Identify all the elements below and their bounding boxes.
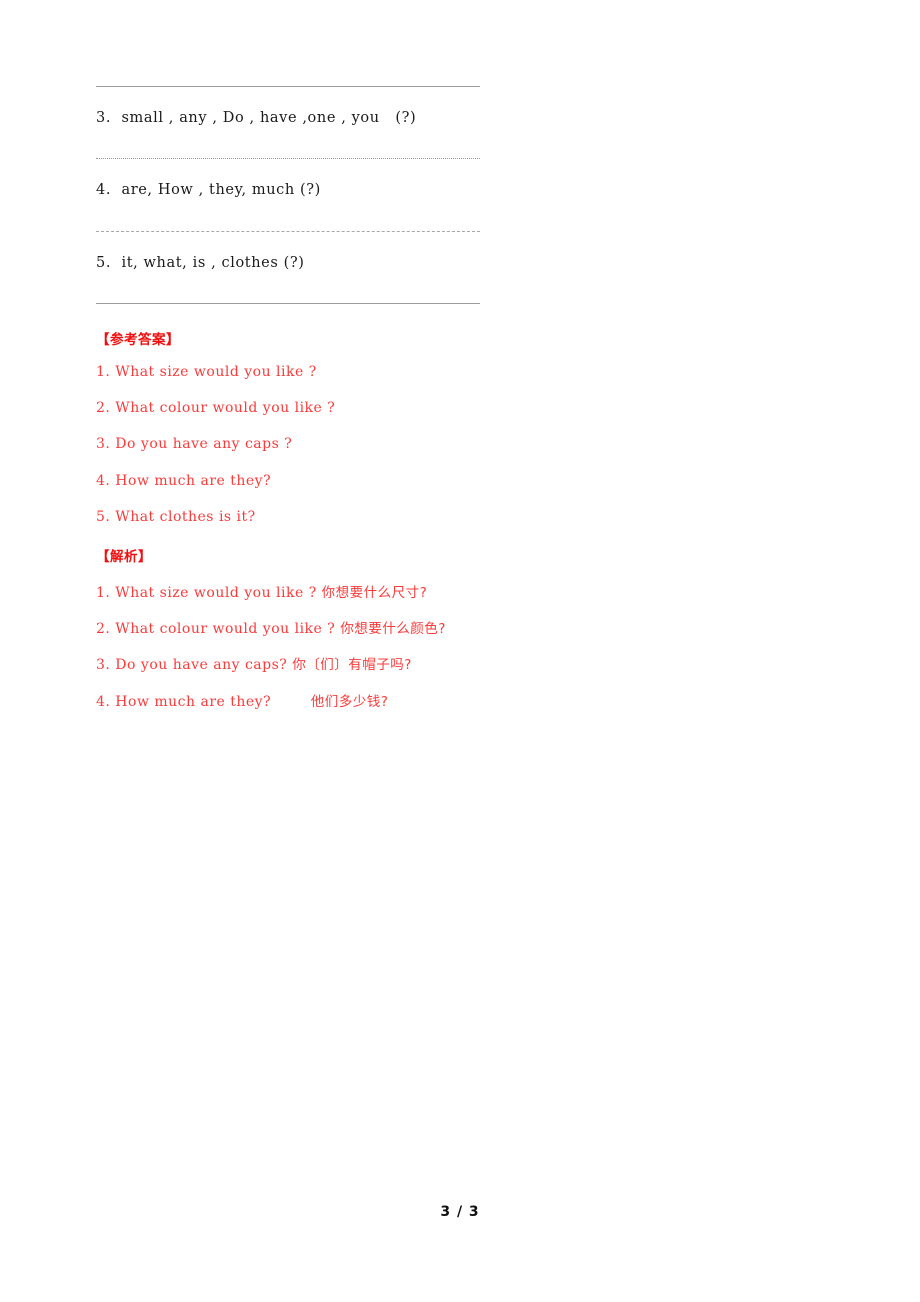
reference-answers-heading: 【参考答案】 — [96, 332, 180, 348]
answer-item-4: 4. How much are they? — [96, 473, 272, 489]
question-item-3: 3. small , any , Do , have ,one , you (?… — [96, 110, 417, 126]
page-number-footer: 3 / 3 — [440, 1204, 480, 1220]
answer-rule-line — [96, 158, 480, 159]
answer-item-2: 2. What colour would you like ? — [96, 400, 336, 416]
analysis-item-4-english: 4. How much are they? — [96, 694, 311, 710]
analysis-item-2: 2. What colour would you like ? 你想要什么颜色? — [96, 617, 446, 637]
document-page: 3. small , any , Do , have ,one , you (?… — [0, 0, 920, 1302]
question-item-5: 5. it, what, is , clothes (?) — [96, 255, 305, 271]
analysis-item-1: 1. What size would you like ? 你想要什么尺寸? — [96, 581, 427, 601]
analysis-item-3: 3. Do you have any caps? 你〔们〕有帽子吗? — [96, 653, 412, 673]
analysis-item-2-chinese: 你想要什么颜色? — [340, 621, 446, 637]
answer-item-1: 1. What size would you like ? — [96, 364, 317, 380]
answer-item-5: 5. What clothes is it? — [96, 509, 256, 525]
answer-rule-line — [96, 86, 480, 87]
analysis-heading: 【解析】 — [96, 549, 152, 565]
analysis-item-1-english: 1. What size would you like ? — [96, 585, 322, 601]
analysis-item-3-chinese: 你〔们〕有帽子吗? — [292, 657, 412, 673]
question-item-4: 4. are, How , they, much (?) — [96, 182, 321, 198]
analysis-item-4: 4. How much are they? 他们多少钱? — [96, 690, 388, 710]
analysis-item-1-chinese: 你想要什么尺寸? — [321, 585, 428, 601]
analysis-item-3-english: 3. Do you have any caps? — [96, 657, 293, 673]
analysis-item-4-chinese: 他们多少钱? — [310, 694, 389, 710]
analysis-item-2-english: 2. What colour would you like ? — [96, 621, 341, 637]
answer-item-3: 3. Do you have any caps ? — [96, 436, 293, 452]
answer-rule-line — [96, 303, 480, 304]
answer-rule-line — [96, 231, 480, 232]
